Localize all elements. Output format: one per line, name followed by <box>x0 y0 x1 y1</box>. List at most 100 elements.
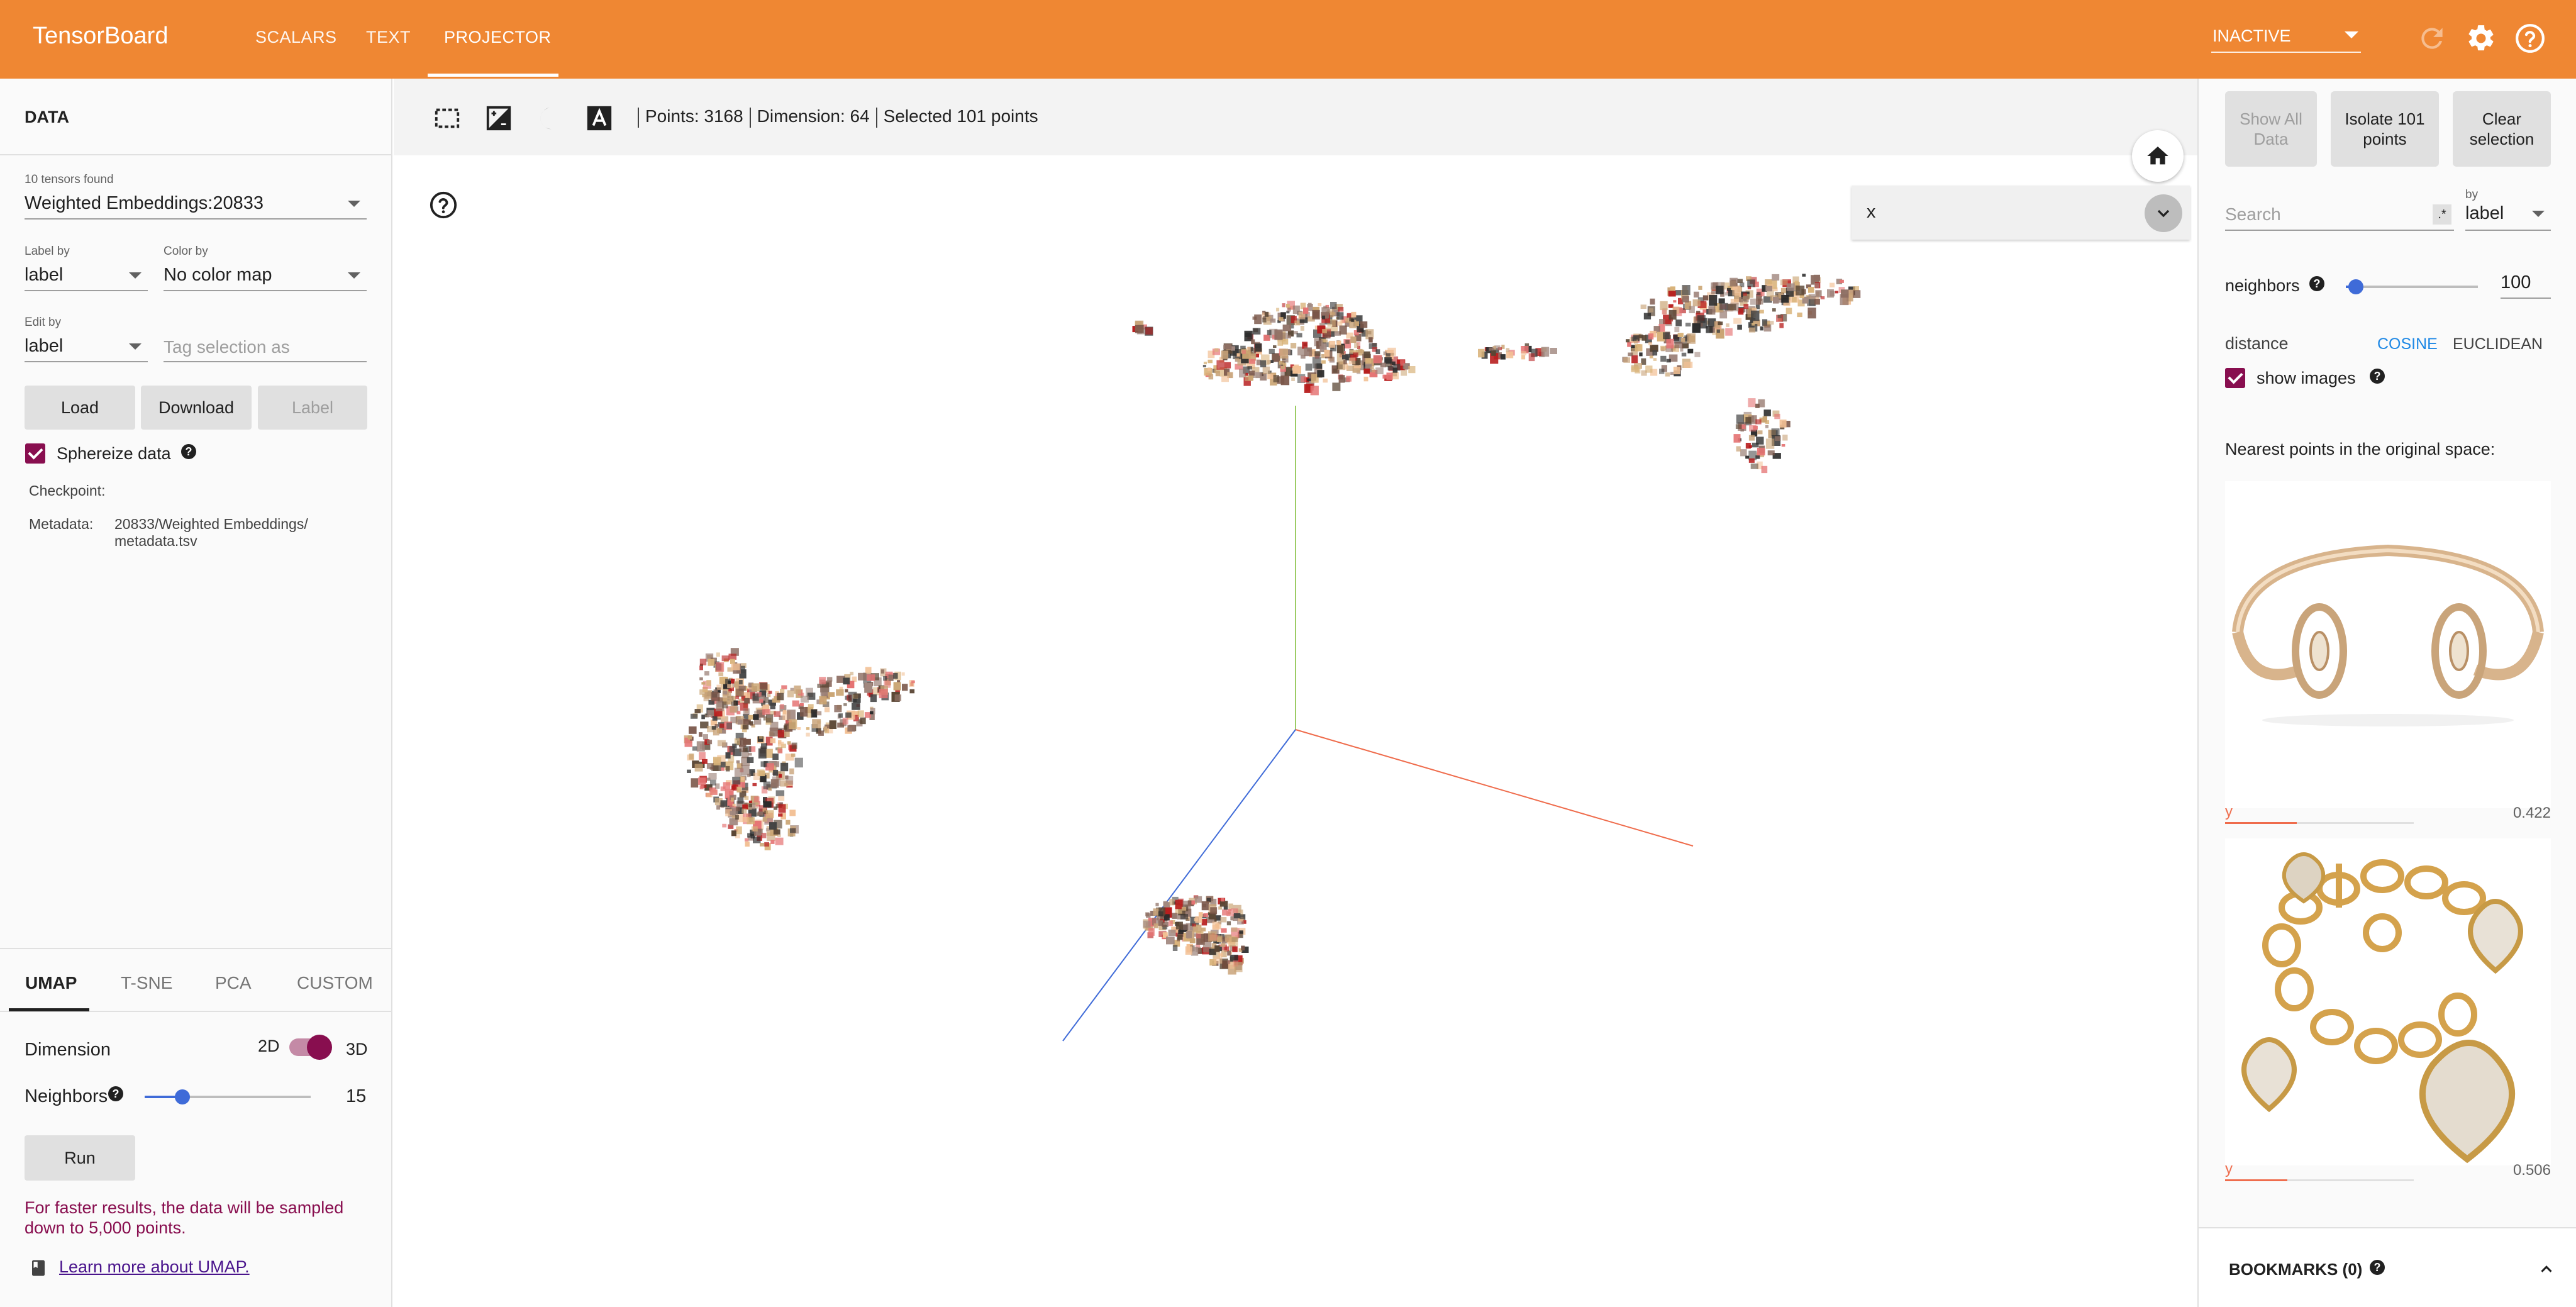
embedding-point[interactable] <box>716 684 722 691</box>
embedding-point[interactable] <box>1386 372 1393 380</box>
embedding-point[interactable] <box>1521 351 1527 355</box>
embedding-point[interactable] <box>1214 956 1223 964</box>
embedding-point[interactable] <box>1641 370 1647 376</box>
embedding-point[interactable] <box>852 703 860 710</box>
embedding-point[interactable] <box>1659 369 1665 374</box>
embedding-point[interactable] <box>699 732 702 737</box>
embedding-point[interactable] <box>1748 398 1756 408</box>
edit-by-select[interactable]: Edit by label <box>25 316 148 362</box>
chevron-up-icon[interactable] <box>2537 1260 2556 1279</box>
embedding-point[interactable] <box>759 699 763 703</box>
embedding-point[interactable] <box>1307 378 1311 382</box>
embedding-point[interactable] <box>698 777 706 785</box>
embedding-point[interactable] <box>1760 326 1763 331</box>
embedding-point[interactable] <box>1201 919 1208 926</box>
embedding-point[interactable] <box>1336 345 1344 353</box>
embedding-point[interactable] <box>1291 377 1295 381</box>
embedding-point[interactable] <box>758 770 765 777</box>
embedding-point[interactable] <box>1708 306 1716 315</box>
embedding-point[interactable] <box>1145 912 1150 916</box>
embedding-point[interactable] <box>1281 332 1289 339</box>
embedding-point[interactable] <box>735 815 739 820</box>
embedding-point[interactable] <box>711 726 716 730</box>
embedding-point[interactable] <box>736 760 740 764</box>
embedding-point[interactable] <box>1631 355 1638 364</box>
embedding-point[interactable] <box>1308 303 1312 307</box>
embedding-point[interactable] <box>736 688 744 697</box>
embedding-point[interactable] <box>1668 309 1677 320</box>
embedding-point[interactable] <box>824 707 830 713</box>
embedding-point[interactable] <box>761 833 767 838</box>
embedding-point[interactable] <box>1227 951 1231 956</box>
embedding-point[interactable] <box>760 682 768 691</box>
embedding-point[interactable] <box>1648 333 1654 340</box>
embedding-point[interactable] <box>1208 359 1213 364</box>
embedding-point[interactable] <box>769 727 778 737</box>
embedding-point[interactable] <box>1643 313 1652 320</box>
embedding-point[interactable] <box>1807 287 1814 293</box>
embedding-point[interactable] <box>1659 319 1665 324</box>
embedding-point[interactable] <box>736 806 740 811</box>
embedding-point[interactable] <box>880 669 885 674</box>
embedding-point[interactable] <box>1674 326 1680 333</box>
embedding-point[interactable] <box>1623 357 1630 363</box>
embedding-point[interactable] <box>732 803 736 807</box>
embedding-cluster[interactable] <box>1478 274 1861 474</box>
embedding-point[interactable] <box>742 817 748 823</box>
embedding-point[interactable] <box>894 694 902 701</box>
embedding-point[interactable] <box>1792 297 1797 303</box>
embedding-point[interactable] <box>1763 409 1771 416</box>
embedding-point[interactable] <box>741 765 750 776</box>
embedding-point[interactable] <box>1350 336 1357 343</box>
embedding-point[interactable] <box>781 685 787 690</box>
embedding-point[interactable] <box>1339 325 1347 335</box>
embedding-point[interactable] <box>1354 343 1359 348</box>
embedding-point[interactable] <box>1158 911 1163 917</box>
embedding-cluster[interactable] <box>1132 301 1416 396</box>
embedding-point[interactable] <box>1321 360 1326 364</box>
embedding-point[interactable] <box>1286 304 1290 308</box>
embedding-point[interactable] <box>699 752 706 760</box>
embedding-point[interactable] <box>689 726 697 734</box>
embedding-point[interactable] <box>1756 437 1764 445</box>
embedding-point[interactable] <box>748 800 752 803</box>
embedding-point[interactable] <box>784 731 790 737</box>
embedding-point[interactable] <box>723 782 731 789</box>
load-button[interactable]: Load <box>25 386 135 430</box>
embedding-point[interactable] <box>864 682 873 693</box>
embedding-point[interactable] <box>794 757 803 768</box>
embedding-point[interactable] <box>778 804 786 813</box>
embedding-point[interactable] <box>780 762 789 772</box>
embedding-point[interactable] <box>1301 376 1306 382</box>
embedding-point[interactable] <box>1748 435 1755 441</box>
moon-icon[interactable] <box>535 104 564 133</box>
embedding-point[interactable] <box>753 714 759 720</box>
help-icon[interactable]: ? <box>108 1086 123 1101</box>
embedding-point[interactable] <box>823 726 828 730</box>
neighbor-card[interactable]: y 0.422 <box>2225 481 2551 824</box>
embedding-point[interactable] <box>1737 279 1743 284</box>
embedding-point[interactable] <box>1627 342 1631 347</box>
embedding-point[interactable] <box>720 800 728 807</box>
embedding-point[interactable] <box>1814 283 1819 288</box>
embedding-point[interactable] <box>1346 313 1352 318</box>
embedding-point[interactable] <box>1343 359 1347 365</box>
embedding-point[interactable] <box>1528 353 1535 362</box>
embedding-point[interactable] <box>778 813 783 817</box>
embedding-point[interactable] <box>1328 340 1336 348</box>
embedding-point[interactable] <box>699 677 703 681</box>
embedding-point[interactable] <box>1375 367 1384 374</box>
embedding-point[interactable] <box>1202 365 1206 367</box>
embedding-point[interactable] <box>777 692 784 701</box>
embedding-point[interactable] <box>816 711 822 716</box>
embedding-point[interactable] <box>1360 321 1368 328</box>
embedding-point[interactable] <box>770 703 775 709</box>
embedding-point[interactable] <box>748 753 752 756</box>
embedding-point[interactable] <box>769 822 777 830</box>
embedding-point[interactable] <box>1808 294 1816 299</box>
embedding-point[interactable] <box>799 703 804 706</box>
embedding-point[interactable] <box>778 740 782 745</box>
embedding-point[interactable] <box>1743 296 1749 303</box>
embedding-point[interactable] <box>741 808 747 814</box>
embedding-point[interactable] <box>716 652 720 657</box>
